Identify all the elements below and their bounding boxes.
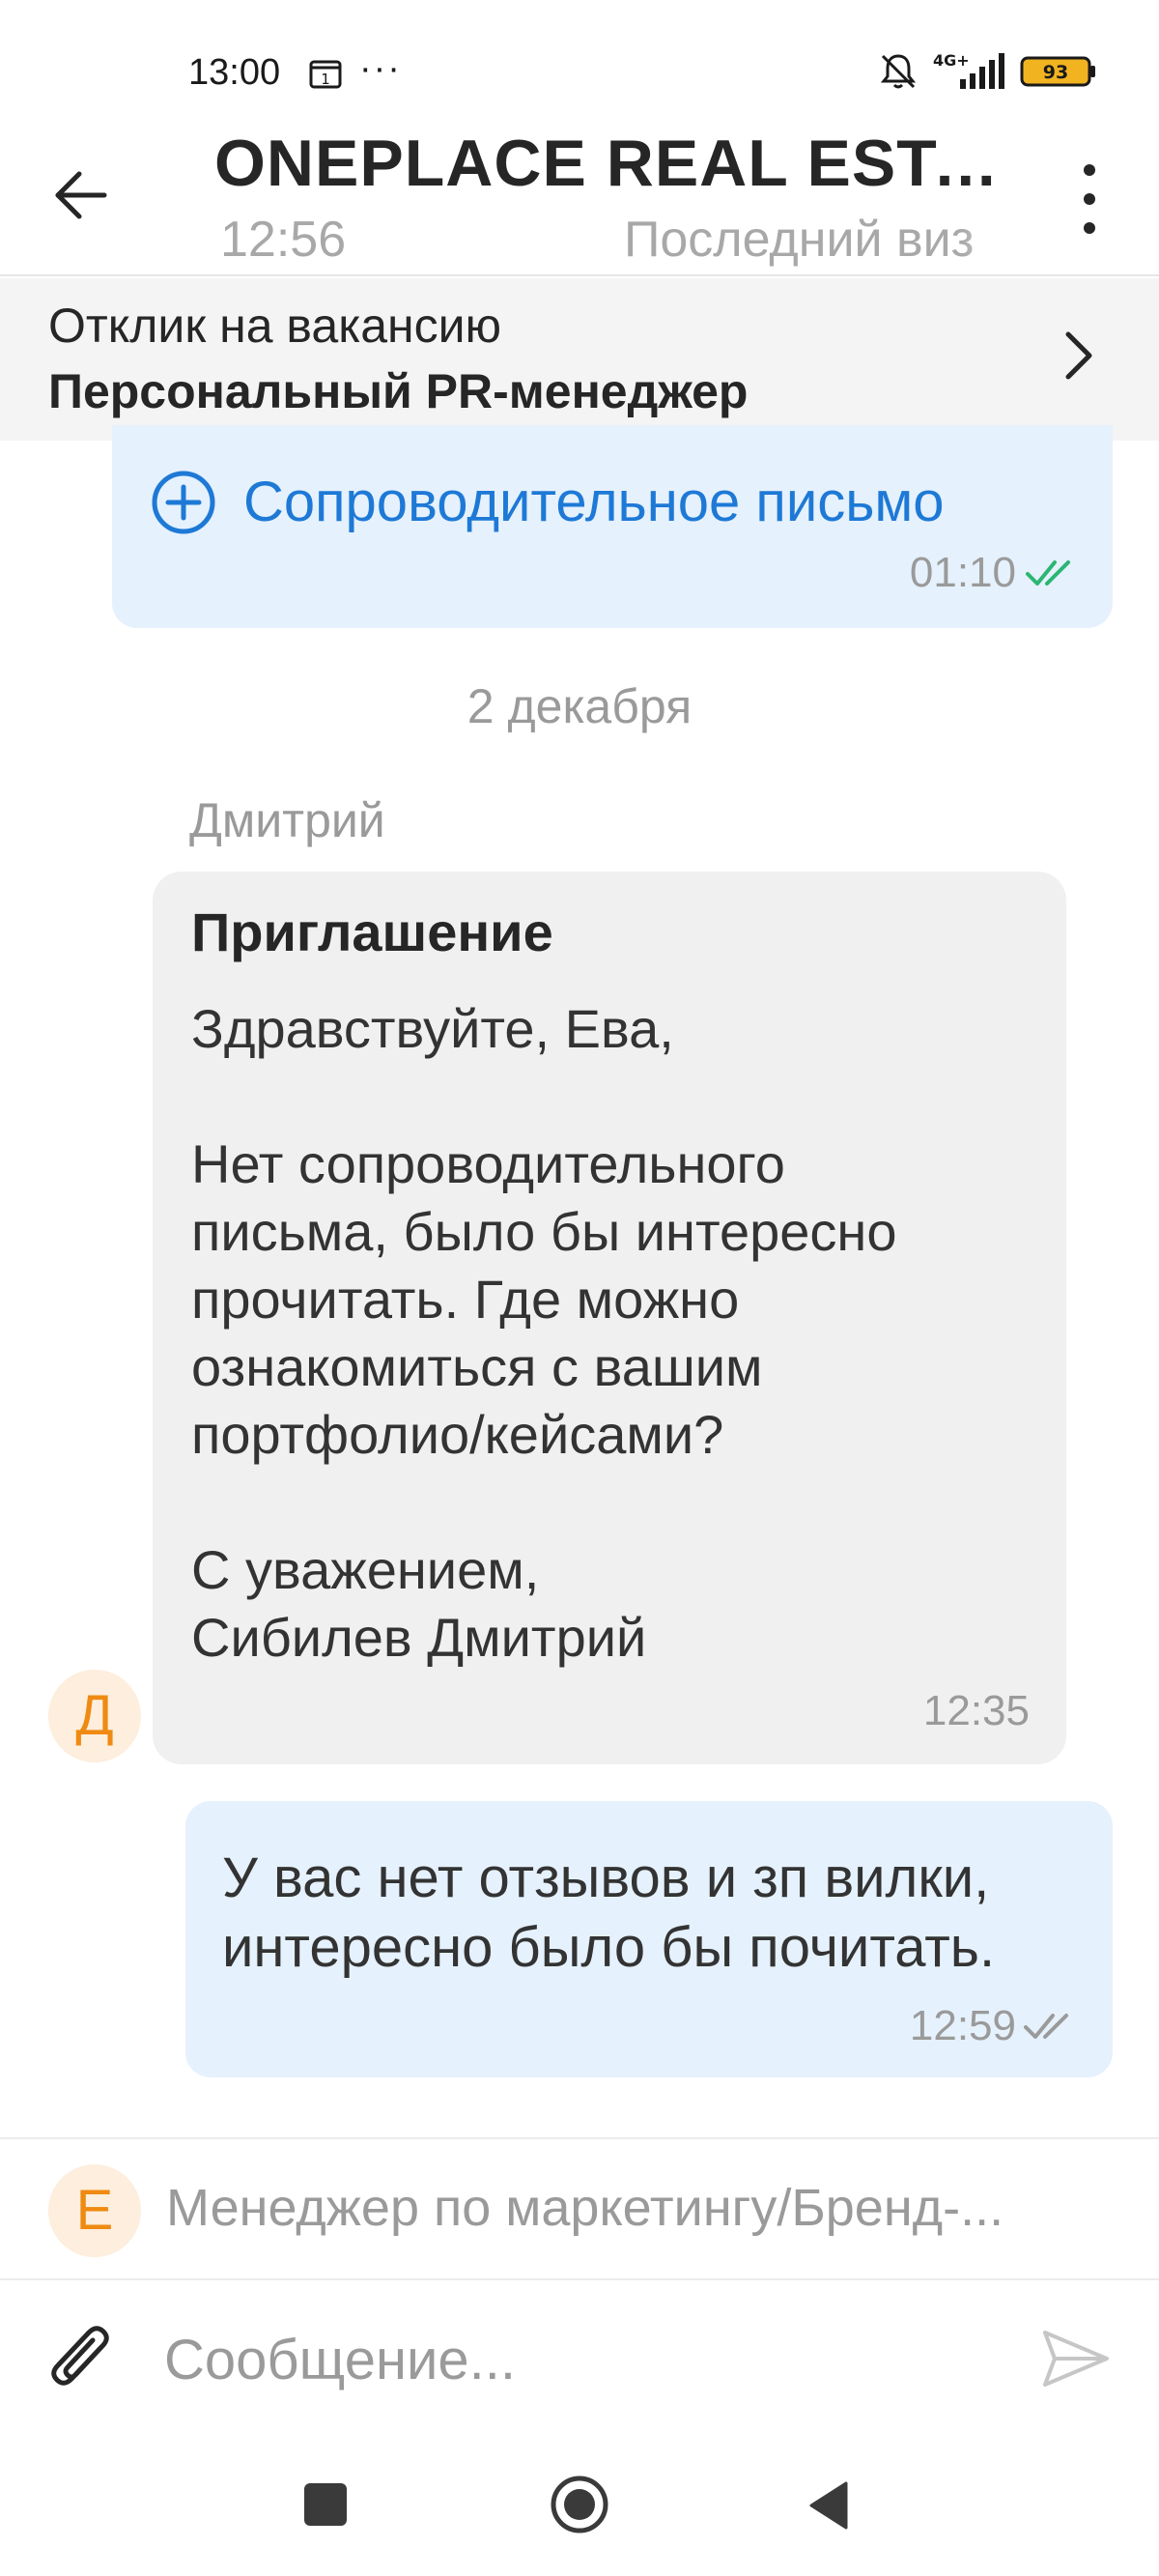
status-bar: 13:00 1 ··· 4G+ 93 <box>0 0 1159 145</box>
chevron-right-icon <box>1065 331 1092 380</box>
battery-icon: 93 <box>1020 52 1097 96</box>
signal-icon: 4G+ <box>931 50 1008 98</box>
sender-name: Дмитрий <box>189 793 385 847</box>
status-time: 13:00 <box>188 52 281 93</box>
message-composer <box>0 2282 1159 2437</box>
recent-apps-button[interactable] <box>304 2483 347 2526</box>
kebab-dot-icon <box>1084 164 1095 176</box>
calendar-day: 1 <box>321 71 330 88</box>
kebab-dot-icon <box>1084 222 1095 234</box>
chat-header: ONEPLACE REAL ESTA... 12:56 Последний ви… <box>0 126 1159 276</box>
network-type: 4G+ <box>933 51 970 70</box>
delivered-double-check-icon <box>1024 2014 1068 2039</box>
cover-letter-message: Сопроводительное письмо 01:10 <box>112 425 1113 628</box>
status-icons: 4G+ 93 <box>877 50 1097 98</box>
chat-title[interactable]: ONEPLACE REAL ESTA... <box>214 126 1016 201</box>
system-back-button[interactable] <box>807 2479 850 2532</box>
message-time: 12:59 <box>909 2002 1016 2049</box>
message-title: Приглашение <box>191 902 553 962</box>
last-visit-label: Последний виз <box>624 211 1020 269</box>
paperclip-icon[interactable] <box>44 2319 122 2406</box>
message-input[interactable] <box>164 2311 995 2408</box>
back-button[interactable] <box>50 164 112 226</box>
kebab-dot-icon <box>1084 193 1095 205</box>
plus-circle-icon[interactable] <box>151 470 216 535</box>
vacancy-link[interactable]: Отклик на вакансию Персональный PR-менед… <box>0 278 1159 441</box>
vacancy-name: Персональный PR-менеджер <box>48 364 749 418</box>
date-separator: 2 декабря <box>466 679 693 733</box>
outgoing-message: У вас нет отзывов и зп вилки, интересно … <box>185 1801 1113 2077</box>
last-activity-time: 12:56 <box>220 212 347 268</box>
sender-avatar[interactable]: Д <box>48 1670 141 1762</box>
arrow-left-icon <box>55 171 107 219</box>
message-time: 01:10 <box>909 549 1016 596</box>
read-double-check-icon <box>1026 560 1070 586</box>
muted-bell-icon <box>877 50 919 98</box>
vacancy-caption: Отклик на вакансию <box>48 299 502 353</box>
message-time: 12:35 <box>922 1687 1030 1734</box>
calendar-icon: 1 <box>309 58 342 89</box>
incoming-message: Приглашение Здравствуйте, Ева, Нет сопро… <box>153 872 1066 1764</box>
selected-vacancy-name: Менеджер по маркетингу/Бренд-... <box>166 2179 1004 2237</box>
selected-vacancy-strip[interactable]: Е Менеджер по маркетингу/Бренд-... <box>0 2137 1159 2280</box>
send-icon[interactable] <box>1039 2325 1113 2392</box>
more-notifications-icon: ··· <box>359 48 402 89</box>
home-button[interactable] <box>549 2474 610 2535</box>
user-avatar: Е <box>48 2164 141 2257</box>
battery-level: 93 <box>1043 62 1068 83</box>
message-text: Здравствуйте, Ева, Нет сопроводительного… <box>191 998 897 1668</box>
system-nav-bar <box>0 2437 1159 2576</box>
cover-letter-link[interactable]: Сопроводительное письмо <box>243 470 945 534</box>
message-text: У вас нет отзывов и зп вилки, интересно … <box>222 1846 996 1979</box>
more-options-button[interactable] <box>1068 164 1111 234</box>
